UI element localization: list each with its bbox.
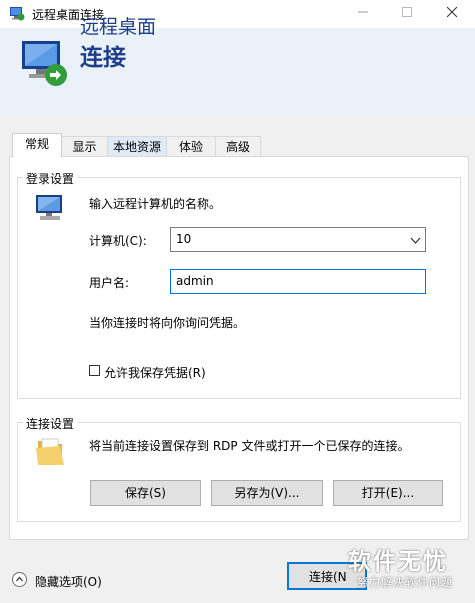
- login-settings-title: 登录设置: [23, 170, 78, 187]
- maximize-button[interactable]: [384, 0, 430, 28]
- login-instruction: 输入远程计算机的名称。: [89, 197, 222, 211]
- computer-combobox[interactable]: 10: [170, 227, 426, 252]
- chevron-down-icon[interactable]: [410, 234, 421, 248]
- close-icon: [446, 6, 458, 18]
- connection-settings-title: 连接设置: [23, 415, 78, 432]
- computer-value: 10: [176, 232, 192, 246]
- minimize-icon: [358, 11, 368, 13]
- hide-options-toggle[interactable]: [12, 572, 27, 587]
- username-field[interactable]: admin: [170, 269, 426, 294]
- watermark-brand: 软件无忧: [348, 549, 448, 575]
- save-credentials-label[interactable]: 允许我保存凭据(R): [104, 364, 206, 381]
- username-label: 用户名:: [89, 276, 130, 290]
- watermark-slogan: 努力解决软件问题: [357, 576, 453, 589]
- credential-hint: 当你连接时将向你询问凭据。: [89, 316, 246, 330]
- username-value: admin: [176, 274, 214, 288]
- remote-desktop-icon: [9, 5, 25, 21]
- folder-icon: [34, 435, 66, 472]
- tab-local-resources[interactable]: 本地资源: [107, 136, 167, 156]
- banner-title-line2: 连接: [80, 45, 126, 71]
- connection-description: 将当前连接设置保存到 RDP 文件或打开一个已保存的连接。: [89, 439, 410, 453]
- minimize-button[interactable]: [340, 0, 386, 28]
- close-button[interactable]: [429, 0, 475, 28]
- computer-monitor-icon: [34, 193, 68, 226]
- banner-title-line1: 远程桌面: [80, 16, 157, 38]
- tab-display[interactable]: 显示: [61, 136, 108, 156]
- open-button[interactable]: 打开(E)...: [333, 480, 443, 506]
- save-as-button[interactable]: 另存为(V)...: [211, 480, 323, 506]
- header-banner: [0, 28, 475, 116]
- tab-experience[interactable]: 体验: [166, 136, 216, 156]
- save-credentials-checkbox[interactable]: [89, 365, 100, 376]
- save-button[interactable]: 保存(S): [90, 480, 201, 506]
- tab-general[interactable]: 常规: [12, 133, 62, 157]
- hide-options-label[interactable]: 隐藏选项(O): [35, 573, 102, 590]
- chevron-up-icon: [16, 576, 23, 582]
- computer-label: 计算机(C):: [89, 234, 147, 248]
- tab-advanced[interactable]: 高级: [215, 136, 261, 156]
- remote-desktop-logo-icon: [18, 37, 70, 89]
- maximize-icon: [402, 7, 412, 17]
